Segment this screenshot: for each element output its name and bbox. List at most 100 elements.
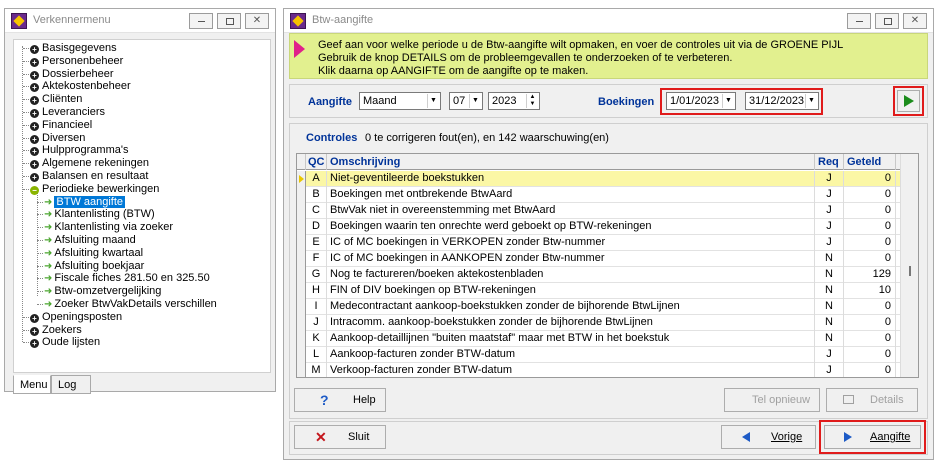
calendar-dropdown-icon[interactable]: ▼ xyxy=(722,94,734,108)
btw-aangifte-titlebar[interactable]: Btw-aangifte ✕ xyxy=(284,9,933,33)
tree-item[interactable]: ➜ Btw-omzetvergelijking xyxy=(37,285,161,298)
tree-item[interactable]: ➜ BTW aangifte xyxy=(37,195,126,209)
cell-omschrijving: Boekingen waarin ten onrechte werd geboe… xyxy=(327,219,815,235)
table-row[interactable]: I Medecontractant aankoop-boekstukken zon… xyxy=(297,299,918,315)
tree-item[interactable]: + Dossierbeheer xyxy=(23,68,114,81)
expand-icon[interactable]: + xyxy=(30,313,39,323)
tree-item[interactable]: ➜ Fiscale fiches 281.50 en 325.50 xyxy=(37,272,210,285)
tree-item[interactable]: + Financieel xyxy=(23,119,92,132)
cell-req: J xyxy=(815,187,844,203)
tree-item[interactable]: + Basisgegevens xyxy=(23,42,117,55)
tab-log[interactable]: Log xyxy=(51,375,91,394)
table-row[interactable]: C BtwVak niet in overeenstemming met BtwA… xyxy=(297,203,918,219)
tree-item[interactable]: + Balansen en resultaat xyxy=(23,170,148,183)
table-row[interactable]: A Niet-geventileerde boekstukken J 0 xyxy=(297,171,918,187)
run-controls-button[interactable] xyxy=(897,90,920,112)
geteld-header[interactable]: Geteld xyxy=(844,154,896,170)
expand-icon[interactable]: + xyxy=(30,70,39,80)
minimize-button[interactable] xyxy=(847,13,871,29)
sluit-button[interactable]: ✕ Sluit xyxy=(294,425,386,449)
tree-item[interactable]: + Oude lijsten xyxy=(23,336,100,349)
expand-icon[interactable]: + xyxy=(30,121,39,131)
row-indicator xyxy=(297,203,306,219)
table-row[interactable]: J Intracomm. aankoop-boekstukken zonder d… xyxy=(297,315,918,331)
tel-opnieuw-button[interactable]: Tel opnieuw xyxy=(724,388,820,412)
tree-item-label: Diversen xyxy=(42,131,86,144)
expand-icon[interactable]: + xyxy=(30,45,39,54)
table-row[interactable]: E IC of MC boekingen in VERKOPEN zonder B… xyxy=(297,235,918,251)
spin-up-icon[interactable]: ▲ xyxy=(526,94,538,101)
spin-down-icon[interactable]: ▼ xyxy=(526,101,538,108)
tree-item[interactable]: + Hulpprogramma's xyxy=(23,144,128,157)
calendar-dropdown-icon[interactable]: ▼ xyxy=(805,94,817,108)
table-row[interactable]: G Nog te factureren/boeken aktekostenblad… xyxy=(297,267,918,283)
expand-icon[interactable]: + xyxy=(30,339,39,349)
tree-item-label: BTW aangifte xyxy=(54,195,126,208)
tree-item[interactable]: + Diversen xyxy=(23,132,85,145)
expand-icon[interactable]: + xyxy=(30,160,39,170)
controls-grid[interactable]: QC Omschrijving Req Geteld A Niet-geventi… xyxy=(296,153,919,378)
period-type-select[interactable]: Maand ▼ xyxy=(359,92,441,110)
minimize-button[interactable] xyxy=(189,13,213,29)
arrow-right-icon: ➜ xyxy=(44,235,53,246)
table-row[interactable]: M Verkoop-facturen zonder BTW-datum J 0 xyxy=(297,363,918,377)
tree-item[interactable]: ➜ Afsluiting boekjaar xyxy=(37,260,144,273)
tab-menu[interactable]: Menu xyxy=(13,375,51,394)
omschrijving-header[interactable]: Omschrijving xyxy=(327,154,815,170)
table-row[interactable]: B Boekingen met ontbrekende BtwAard J 0 xyxy=(297,187,918,203)
expand-icon[interactable]: + xyxy=(30,147,39,157)
grid-scrollbar[interactable] xyxy=(900,154,918,377)
table-row[interactable]: L Aankoop-facturen zonder BTW-datum J 0 xyxy=(297,347,918,363)
tree-item[interactable]: ➜ Klantenlisting (BTW) xyxy=(37,208,155,221)
menu-tree[interactable]: + Basisgegevens + Personenbeheer + Dossierbeh… xyxy=(13,39,271,373)
date-from-picker[interactable]: 1/01/2023 ▼ xyxy=(666,92,736,110)
aangifte-button[interactable]: Aangifte xyxy=(824,425,921,449)
tree-item[interactable]: + Aktekostenbeheer xyxy=(23,80,131,93)
cell-omschrijving: BtwVak niet in overeenstemming met BtwAa… xyxy=(327,203,815,219)
help-button[interactable]: ? Help xyxy=(294,388,386,412)
collapse-icon[interactable]: − xyxy=(30,185,39,195)
expand-icon[interactable]: + xyxy=(30,173,39,182)
expand-icon[interactable]: + xyxy=(30,57,39,67)
details-button[interactable]: Details xyxy=(826,388,918,412)
tree-item[interactable]: + Leveranciers xyxy=(23,106,105,119)
tree-item[interactable]: − Periodieke bewerkingen xyxy=(23,183,159,196)
chevron-down-icon[interactable]: ▼ xyxy=(469,94,481,108)
tree-item[interactable]: ➜ Zoeker BtwVakDetails verschillen xyxy=(37,298,217,311)
row-indicator xyxy=(297,347,306,363)
cell-omschrijving: Aankoop-facturen zonder BTW-datum xyxy=(327,347,815,363)
close-button[interactable]: ✕ xyxy=(903,13,927,29)
table-row[interactable]: F IC of MC boekingen in AANKOPEN zonder B… xyxy=(297,251,918,267)
req-header[interactable]: Req xyxy=(815,154,844,170)
maximize-button[interactable] xyxy=(217,13,241,29)
month-select[interactable]: 07 ▼ xyxy=(449,92,483,110)
scroll-thumb[interactable] xyxy=(909,266,911,276)
tree-item[interactable]: + Openingsposten xyxy=(23,311,122,324)
cell-geteld: 0 xyxy=(844,315,896,331)
expand-icon[interactable]: + xyxy=(30,96,39,106)
table-row[interactable]: K Aankoop-detaillijnen "buiten maatstaf" … xyxy=(297,331,918,347)
tree-item[interactable]: ➜ Klantenlisting via zoeker xyxy=(37,221,173,234)
table-row[interactable]: H FIN of DIV boekingen op BTW-rekeningen N… xyxy=(297,283,918,299)
maximize-button[interactable] xyxy=(875,13,899,29)
close-button[interactable]: ✕ xyxy=(245,13,269,29)
tree-item[interactable]: + Personenbeheer xyxy=(23,55,123,68)
tree-item[interactable]: + Cliënten xyxy=(23,93,82,106)
year-spinner[interactable]: 2023 ▲ ▼ xyxy=(488,92,540,110)
tree-item[interactable]: ➜ Afsluiting maand xyxy=(37,234,136,247)
tree-item[interactable]: ➜ Afsluiting kwartaal xyxy=(37,247,143,260)
expand-icon[interactable]: + xyxy=(30,134,39,144)
vorige-button[interactable]: Vorige xyxy=(721,425,816,449)
verkennermenu-titlebar[interactable]: Verkennermenu ✕ xyxy=(5,9,275,33)
expand-icon[interactable]: + xyxy=(30,109,39,118)
tree-item-label: Periodieke bewerkingen xyxy=(42,182,160,195)
tree-item[interactable]: + Zoekers xyxy=(23,324,82,337)
expand-icon[interactable]: + xyxy=(30,83,39,93)
expand-icon[interactable]: + xyxy=(30,326,39,336)
qc-header[interactable]: QC xyxy=(306,154,327,170)
tree-item[interactable]: + Algemene rekeningen xyxy=(23,157,149,170)
date-to-picker[interactable]: 31/12/2023 ▼ xyxy=(745,92,819,110)
table-row[interactable]: D Boekingen waarin ten onrechte werd gebo… xyxy=(297,219,918,235)
cell-qc: H xyxy=(306,283,327,299)
chevron-down-icon[interactable]: ▼ xyxy=(427,94,439,108)
